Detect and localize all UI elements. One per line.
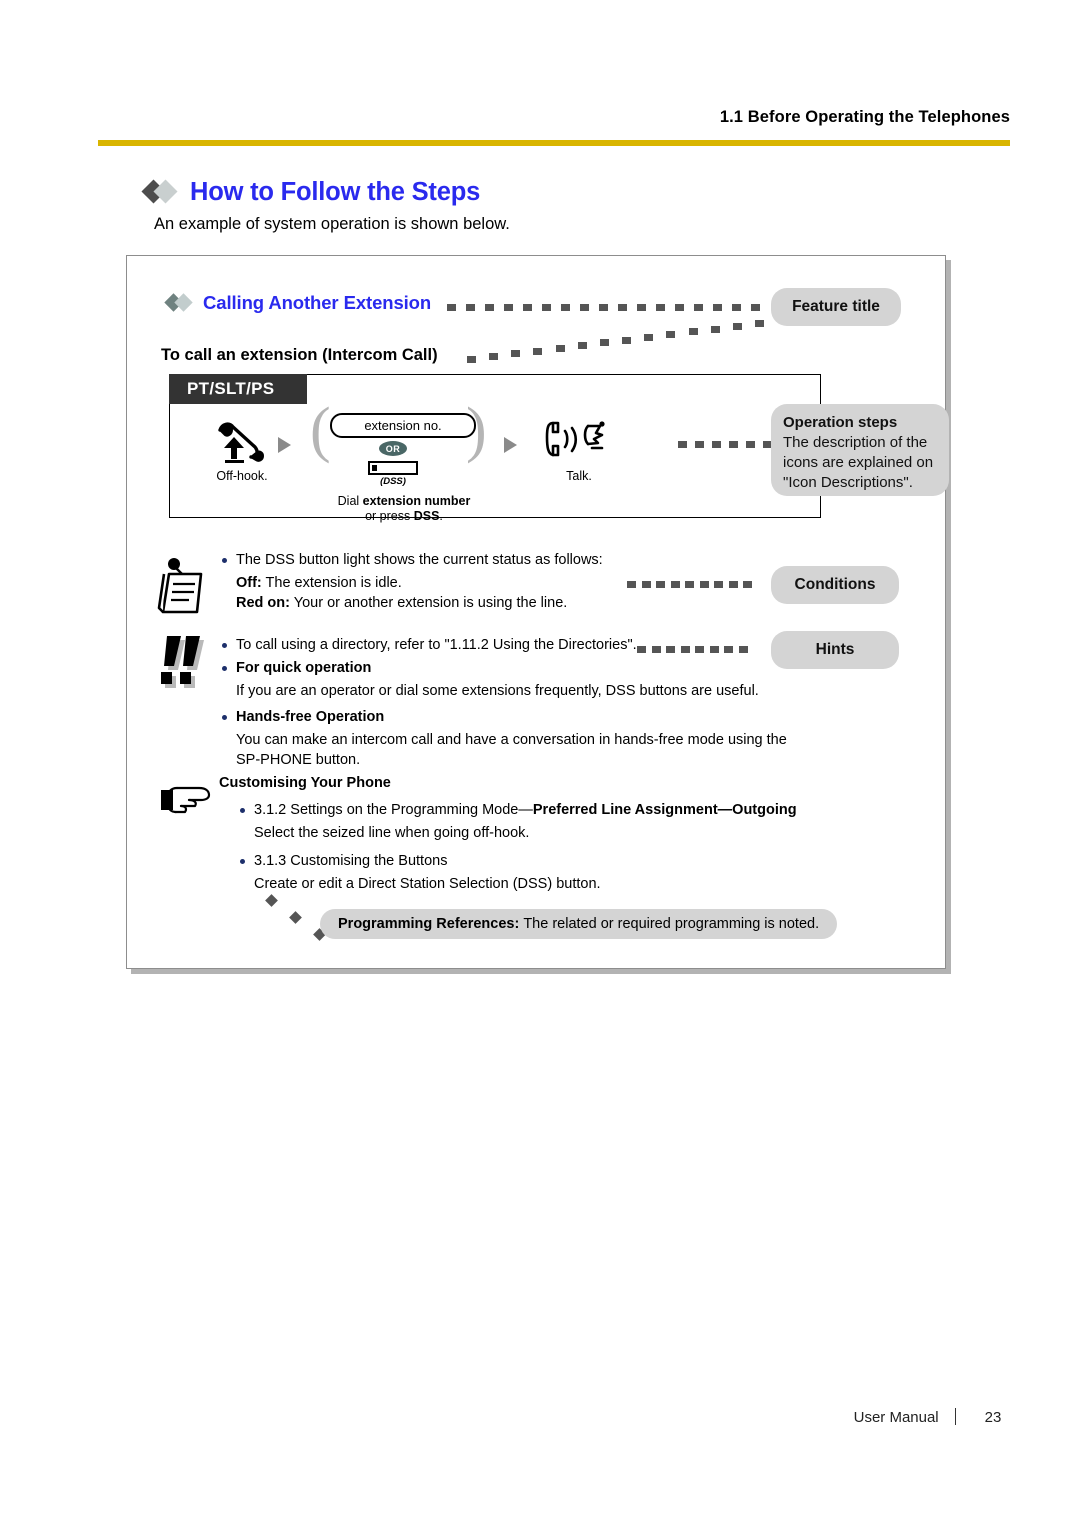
dss-button-label: (DSS) — [380, 476, 406, 487]
callout-operation-steps-body: The description of the icons are explain… — [783, 434, 934, 491]
callout-conditions: Conditions — [771, 566, 899, 604]
step-talk: Talk. — [524, 417, 634, 484]
intro-text: An example of system operation is shown … — [154, 215, 510, 233]
double-exclamation-icon — [161, 636, 204, 688]
conditions-row-off: Off: The extension is idle. — [236, 574, 402, 591]
programming-references-text: The related or required programming is n… — [523, 916, 820, 932]
connector-hints — [637, 646, 749, 653]
callout-operation-steps: Operation steps The description of the i… — [771, 404, 949, 496]
hint-item-2: Hands-free Operation — [219, 707, 809, 728]
callout-operation-steps-title: Operation steps — [783, 414, 898, 431]
page-footer: User Manual 23 — [0, 1408, 1010, 1426]
hint-item-1: For quick operation — [219, 658, 809, 679]
customising-heading: Customising Your Phone — [219, 775, 391, 791]
customising-item-2: 3.1.3 Customising the Buttons — [237, 851, 877, 872]
diamond-bullet-icon — [141, 178, 185, 204]
group-paren-left-icon: ( — [310, 396, 331, 464]
conditions-text-block: The DSS button light shows the current s… — [219, 550, 639, 614]
dss-button-icon — [368, 461, 418, 475]
off-hook-handset-icon — [218, 422, 264, 464]
page-title-text: How to Follow the Steps — [190, 178, 481, 206]
customising-item-2-body: Create or edit a Direct Station Selectio… — [254, 875, 601, 892]
talk-handset-icon — [545, 421, 605, 457]
example-frame: Calling Another Extension Feature title … — [126, 255, 949, 969]
callout-programming-references: Programming References: The related or r… — [320, 909, 838, 939]
pointing-hand-icon — [161, 786, 211, 814]
footer-manual-label: User Manual — [853, 1409, 939, 1426]
hints-items-block: For quick operation If you are an operat… — [219, 658, 809, 771]
programming-references-label: Programming References: — [338, 916, 520, 932]
connector-subhead — [467, 316, 767, 363]
feature-title-text: Calling Another Extension — [203, 292, 432, 313]
step-arrow-2-icon — [504, 437, 517, 453]
page-header-section: 1.1 Before Operating the Telephones — [719, 108, 1010, 126]
diamond-bullet-small-icon — [164, 293, 199, 312]
conditions-row-redon: Red on: Your or another extension is usi… — [236, 595, 568, 611]
customising-item-1: 3.1.2 Settings on the Programming Mode—P… — [237, 800, 877, 821]
feature-title-heading: Calling Another Extension — [164, 292, 432, 314]
footer-divider — [954, 1408, 956, 1425]
phone-type-tag: PT/SLT/PS — [169, 374, 307, 404]
connector-feature-title — [447, 304, 760, 311]
step-dial-caption: Dial extension number or press DSS. — [337, 494, 471, 523]
hint-item-1-body: If you are an operator or dial some exte… — [236, 682, 759, 699]
or-badge: OR — [379, 441, 407, 456]
step-arrow-1-icon — [278, 437, 291, 453]
conditions-lead: The DSS button light shows the current s… — [219, 550, 639, 571]
callout-feature-title: Feature title — [771, 288, 901, 326]
customising-items: 3.1.2 Settings on the Programming Mode—P… — [237, 800, 877, 894]
header-rule — [98, 140, 1010, 146]
footer-page-number: 23 — [984, 1409, 1002, 1426]
operation-steps-box: PT/SLT/PS Off-hook. ( ) extension no. OR… — [169, 374, 821, 523]
page-title: How to Follow the Steps — [141, 178, 481, 207]
hint-item-2-body: You can make an intercom call and have a… — [236, 731, 787, 769]
notepad-icon — [157, 558, 203, 614]
customising-item-1-body: Select the seized line when going off-ho… — [254, 824, 530, 841]
extension-number-bubble: extension no. — [330, 413, 476, 438]
connector-conditions — [627, 581, 752, 588]
document-page: 1.1 Before Operating the Telephones How … — [0, 0, 1080, 1528]
operation-subheading: To call an extension (Intercom Call) — [161, 346, 438, 364]
